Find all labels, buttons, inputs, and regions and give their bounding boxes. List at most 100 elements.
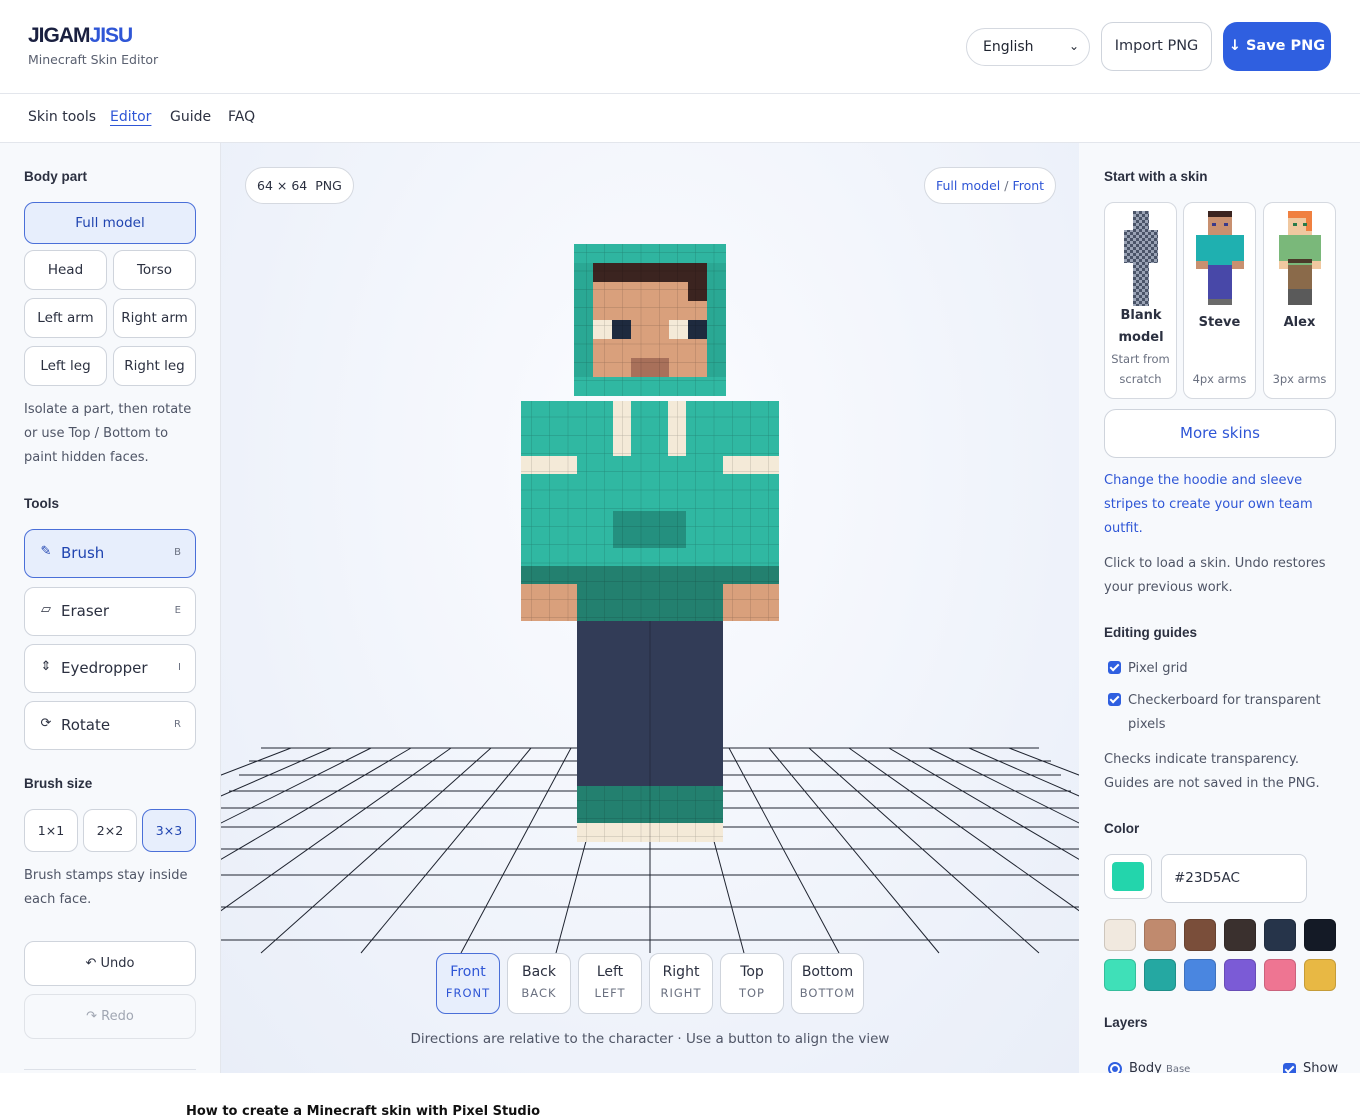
tool-shortcut: I <box>178 662 181 673</box>
layer-sub: Base <box>1165 1064 1191 1073</box>
body-part-head[interactable]: Head <box>24 250 107 290</box>
view-sub: BOTTOM <box>799 986 856 1000</box>
redo-button[interactable]: ↷ Redo <box>24 994 196 1039</box>
divider <box>24 1069 196 1070</box>
view-label: Front <box>450 964 486 980</box>
top-nav: Skin tools Editor Guide FAQ <box>0 94 1360 143</box>
palette-swatch[interactable] <box>1104 959 1136 991</box>
palette-swatch[interactable] <box>1304 919 1336 951</box>
more-skins-button[interactable]: More skins <box>1104 409 1336 458</box>
view-label: Back <box>522 964 556 980</box>
load-note: Click to load a skin. Undo restores your… <box>1104 556 1326 595</box>
save-png-button[interactable]: ↓ Save PNG <box>1223 22 1331 71</box>
color-preview[interactable] <box>1104 854 1152 899</box>
view-label: Bottom <box>801 964 854 980</box>
brush-size-3[interactable]: 3×3 <box>142 809 196 852</box>
tool-rotate[interactable]: ⟳ Rotate R <box>24 701 196 750</box>
palette-swatch[interactable] <box>1224 959 1256 991</box>
palette-swatch[interactable] <box>1184 959 1216 991</box>
guide-label: Pixel grid <box>1128 661 1188 676</box>
body-part-left-arm[interactable]: Left arm <box>24 298 107 338</box>
skin-card-alex[interactable]: Alex 3px arms <box>1263 202 1336 399</box>
layer-item[interactable]: Body Base <box>1129 1061 1190 1073</box>
palette-swatch[interactable] <box>1264 919 1296 951</box>
article-section: How to create a Minecraft skin with Pixe… <box>0 1073 1360 1120</box>
tool-eraser[interactable]: ▱ Eraser E <box>24 587 196 636</box>
body-part-right-arm[interactable]: Right arm <box>113 298 196 338</box>
view-sub: RIGHT <box>660 986 702 1000</box>
palette-swatch[interactable] <box>1144 959 1176 991</box>
view-hint: Directions are relative to the character… <box>410 1031 890 1047</box>
model-head <box>574 244 726 396</box>
current-color-swatch <box>1112 862 1144 891</box>
checkerboard-checkbox[interactable] <box>1108 693 1121 706</box>
left-panel: Body part Full model Head Torso Left arm… <box>0 143 221 1073</box>
view-left-button[interactable]: Left LEFT <box>578 953 642 1014</box>
view-sub: TOP <box>738 986 765 1000</box>
body-part-torso[interactable]: Torso <box>113 250 196 290</box>
language-value: English <box>983 39 1034 55</box>
right-panel: Start with a skin Blank model Start from… <box>1079 143 1360 1073</box>
pixel-grid-checkbox[interactable] <box>1108 661 1121 674</box>
view-label: Right <box>662 964 700 980</box>
view-back-button[interactable]: Back BACK <box>507 953 571 1014</box>
body-part-left-leg[interactable]: Left leg <box>24 346 107 386</box>
tool-shortcut: R <box>174 719 181 730</box>
layers-title: Layers <box>1104 1015 1148 1030</box>
view-top-button[interactable]: Top TOP <box>720 953 784 1014</box>
skin-desc: Start from scratch <box>1111 352 1170 386</box>
layer-show-checkbox[interactable] <box>1283 1063 1296 1073</box>
palette-swatch[interactable] <box>1264 959 1296 991</box>
brand-name-part1: JIGAM <box>28 24 91 47</box>
nav-skin-tools[interactable]: Skin tools <box>28 109 96 125</box>
brush-note: Brush stamps stay inside each face. <box>24 868 188 907</box>
view-sub: BACK <box>521 986 557 1000</box>
hex-color-input[interactable]: #23D5AC <box>1161 854 1307 903</box>
palette-swatch[interactable] <box>1104 919 1136 951</box>
promo-link[interactable]: Change the hoodie and sleeve stripes to … <box>1104 469 1329 541</box>
nav-faq[interactable]: FAQ <box>228 109 255 125</box>
brand-logo[interactable]: JIGAMJISU Minecraft Skin Editor <box>28 24 158 67</box>
skin-desc: 3px arms <box>1272 372 1327 386</box>
nav-editor[interactable]: Editor <box>110 109 151 125</box>
body-part-title: Body part <box>24 169 88 184</box>
undo-button[interactable]: ↶ Undo <box>24 941 196 986</box>
palette-swatch[interactable] <box>1184 919 1216 951</box>
model-legs <box>577 621 723 842</box>
palette-swatch[interactable] <box>1304 959 1336 991</box>
view-label: Top <box>740 964 764 980</box>
model-torso <box>577 401 723 621</box>
eyedropper-icon: ⇕ <box>40 659 52 674</box>
language-select[interactable]: English ⌄ <box>966 28 1090 66</box>
blank-skin-thumbnail <box>1124 211 1158 306</box>
tool-brush[interactable]: ✎ Brush B <box>24 529 196 578</box>
skin-card-blank[interactable]: Blank model Start from scratch <box>1104 202 1177 399</box>
view-front-button[interactable]: Front FRONT <box>436 953 500 1014</box>
palette-swatch[interactable] <box>1224 919 1256 951</box>
brush-size-2[interactable]: 2×2 <box>83 809 137 852</box>
view-sub: FRONT <box>445 986 491 1000</box>
layer-show-label: Show <box>1303 1061 1339 1073</box>
brush-size-1[interactable]: 1×1 <box>24 809 78 852</box>
brush-size-title: Brush size <box>24 776 93 791</box>
skin-name: Blank model <box>1118 308 1164 345</box>
brush-icon: ✎ <box>40 544 52 559</box>
palette-swatch[interactable] <box>1144 919 1176 951</box>
nav-guide[interactable]: Guide <box>170 109 211 125</box>
tool-shortcut: E <box>174 605 181 616</box>
tool-shortcut: B <box>174 547 181 558</box>
skin-preview[interactable] <box>221 143 1079 1073</box>
layer-radio[interactable] <box>1108 1062 1122 1073</box>
skin-card-steve[interactable]: Steve 4px arms <box>1183 202 1256 399</box>
body-part-right-leg[interactable]: Right leg <box>113 346 196 386</box>
guide-label: Checkerboard for transparent pixels <box>1128 693 1321 732</box>
editor-stage[interactable]: 64 × 64 PNG Full model / Front Front FRO… <box>221 143 1079 1073</box>
tool-eyedropper[interactable]: ⇕ Eyedropper I <box>24 644 196 693</box>
import-png-button[interactable]: Import PNG <box>1101 22 1212 71</box>
view-right-button[interactable]: Right RIGHT <box>649 953 713 1014</box>
body-part-full-model[interactable]: Full model <box>24 202 196 244</box>
brand-name-part2: JISU <box>89 24 134 47</box>
app-header: JIGAMJISU Minecraft Skin Editor English … <box>0 0 1360 94</box>
view-bottom-button[interactable]: Bottom BOTTOM <box>791 953 864 1014</box>
alex-skin-thumbnail <box>1279 211 1321 305</box>
